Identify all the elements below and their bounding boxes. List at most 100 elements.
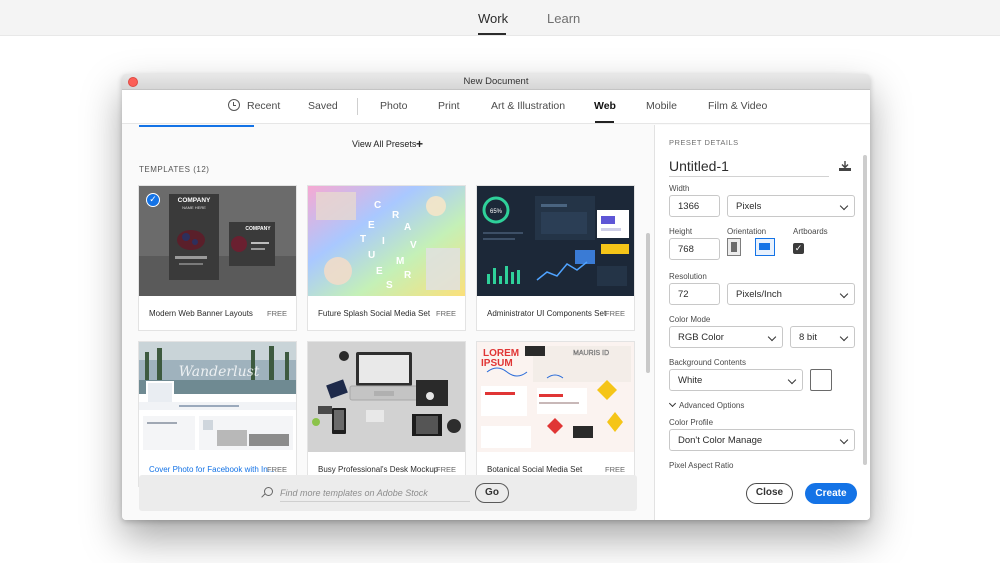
tab-print[interactable]: Print xyxy=(438,100,460,112)
templates-label: TEMPLATES xyxy=(139,165,191,174)
template-card[interactable]: COMPANY NAME HERE COMPANY ✓ Modern Web B… xyxy=(138,185,297,331)
preset-category-tabs: Recent Saved Photo Print Art & Illustrat… xyxy=(122,90,870,124)
artboards-checkbox[interactable]: ✓ xyxy=(793,243,804,254)
tab-mobile[interactable]: Mobile xyxy=(646,100,677,112)
landscape-orientation-icon[interactable] xyxy=(755,238,775,256)
tab-film-video[interactable]: Film & Video xyxy=(708,100,767,112)
thumb-letter: T xyxy=(360,234,366,245)
artboards-label: Artboards xyxy=(793,227,828,236)
chevron-down-icon xyxy=(767,332,777,342)
free-badge: FREE xyxy=(266,465,287,474)
template-name: Cover Photo for Facebook with In... xyxy=(149,465,275,474)
template-thumbnail: COMPANY NAME HERE COMPANY xyxy=(139,186,296,296)
background-contents-select[interactable]: White xyxy=(669,369,803,391)
portrait-orientation-icon[interactable] xyxy=(727,238,741,256)
resolution-unit-value: Pixels/Inch xyxy=(736,289,782,300)
color-mode-label: Color Mode xyxy=(669,315,711,324)
chevron-down-icon xyxy=(839,435,849,445)
template-card[interactable]: LOREM IPSUM MAURIS ID Botanical Social M… xyxy=(476,341,635,487)
template-card[interactable]: C R E A T I V U M E R S Future Splash So… xyxy=(307,185,466,331)
bit-depth-value: 8 bit xyxy=(799,332,817,343)
height-input[interactable]: 768 xyxy=(669,238,720,260)
tab-divider xyxy=(357,98,358,115)
color-profile-select[interactable]: Don't Color Manage xyxy=(669,429,855,451)
top-nav-bar: Work Learn xyxy=(0,0,1000,36)
preset-details-title: PRESET DETAILS xyxy=(669,138,739,147)
thumb-name-here-text: NAME HERE xyxy=(182,205,206,210)
thumb-letter: U xyxy=(368,250,375,261)
thumb-letter: R xyxy=(392,210,400,221)
template-card[interactable]: Wanderlust Cover Photo for Facebook with… xyxy=(138,341,297,487)
plus-icon[interactable]: + xyxy=(416,138,423,150)
chevron-down-icon xyxy=(839,201,849,211)
tab-photo[interactable]: Photo xyxy=(380,100,407,112)
chevron-down-icon[interactable] xyxy=(668,399,677,408)
thumb-letter: I xyxy=(382,236,385,247)
width-input[interactable]: 1366 xyxy=(669,195,720,217)
pixel-aspect-ratio-label: Pixel Aspect Ratio xyxy=(669,461,734,470)
thumb-percent-text: 65% xyxy=(490,209,503,215)
resolution-unit-select[interactable]: Pixels/Inch xyxy=(727,283,855,305)
template-name: Administrator UI Components Set xyxy=(487,309,607,318)
color-mode-value: RGB Color xyxy=(678,332,724,343)
template-thumbnail: 65% xyxy=(477,186,634,296)
background-color-swatch[interactable] xyxy=(810,369,832,391)
templates-count: (12) xyxy=(193,165,210,174)
thumb-letter: A xyxy=(404,222,411,233)
thumb-wanderlust-text: Wanderlust xyxy=(179,364,260,380)
blank-preset-selection-bar xyxy=(139,125,254,127)
template-name: Modern Web Banner Layouts xyxy=(149,309,253,318)
template-card[interactable]: Busy Professional's Desk Mockup FREE xyxy=(307,341,466,487)
create-button[interactable]: Create xyxy=(805,483,857,504)
save-preset-icon[interactable] xyxy=(838,160,852,172)
clock-icon xyxy=(228,99,240,111)
template-name: Future Splash Social Media Set xyxy=(318,309,431,318)
templates-pane: View All Presets + TEMPLATES (12) COMPAN… xyxy=(122,125,652,520)
tab-saved[interactable]: Saved xyxy=(308,100,338,112)
free-badge: FREE xyxy=(604,465,625,474)
dialog-title: New Document xyxy=(463,76,529,87)
thumb-letter: S xyxy=(386,280,393,291)
orientation-label: Orientation xyxy=(727,227,767,236)
document-name-input[interactable] xyxy=(669,155,829,177)
thumb-letter: R xyxy=(404,270,412,281)
free-badge: FREE xyxy=(435,309,456,318)
free-badge: FREE xyxy=(266,309,287,318)
template-thumbnail: C R E A T I V U M E R S xyxy=(308,186,465,296)
color-mode-select[interactable]: RGB Color xyxy=(669,326,783,348)
stock-search-bar: Go xyxy=(139,475,637,511)
template-name: Busy Professional's Desk Mockup xyxy=(318,465,439,474)
tab-web[interactable]: Web xyxy=(594,100,616,112)
template-thumbnail xyxy=(308,342,465,452)
background-contents-value: White xyxy=(678,375,703,386)
height-label: Height xyxy=(669,227,693,236)
tab-recent[interactable]: Recent xyxy=(247,100,280,112)
tab-learn[interactable]: Learn xyxy=(547,11,580,26)
advanced-options-toggle[interactable]: Advanced Options xyxy=(679,401,744,410)
tab-work[interactable]: Work xyxy=(478,11,508,26)
chevron-down-icon xyxy=(839,289,849,299)
thumb-letter: E xyxy=(376,266,383,277)
close-button[interactable]: Close xyxy=(746,483,793,504)
view-all-presets-link[interactable]: View All Presets xyxy=(352,139,416,149)
thumb-company-text-2: COMPANY xyxy=(245,226,271,232)
stock-search-input[interactable] xyxy=(280,484,470,502)
thumb-ipsum-text: IPSUM xyxy=(481,358,513,369)
bit-depth-select[interactable]: 8 bit xyxy=(790,326,855,348)
width-label: Width xyxy=(669,184,690,193)
resolution-input[interactable]: 72 xyxy=(669,283,720,305)
thumb-mauris-text: MAURIS ID xyxy=(573,350,609,357)
thumb-letter: E xyxy=(368,220,375,231)
selected-check-icon: ✓ xyxy=(146,193,160,207)
free-badge: FREE xyxy=(435,465,456,474)
go-button[interactable]: Go xyxy=(475,483,509,503)
templates-scrollbar[interactable] xyxy=(646,233,650,373)
preset-details-pane: PRESET DETAILS Width 1366 Pixels Height … xyxy=(654,125,870,520)
template-name: Botanical Social Media Set xyxy=(487,465,583,474)
color-profile-value: Don't Color Manage xyxy=(678,435,763,446)
new-document-dialog: New Document Recent Saved Photo Print Ar… xyxy=(122,74,870,520)
template-card[interactable]: 65% Administrator UI Components Set FREE xyxy=(476,185,635,331)
width-unit-select[interactable]: Pixels xyxy=(727,195,855,217)
preset-details-scrollbar[interactable] xyxy=(863,155,867,465)
tab-art-illustration[interactable]: Art & Illustration xyxy=(491,100,565,112)
